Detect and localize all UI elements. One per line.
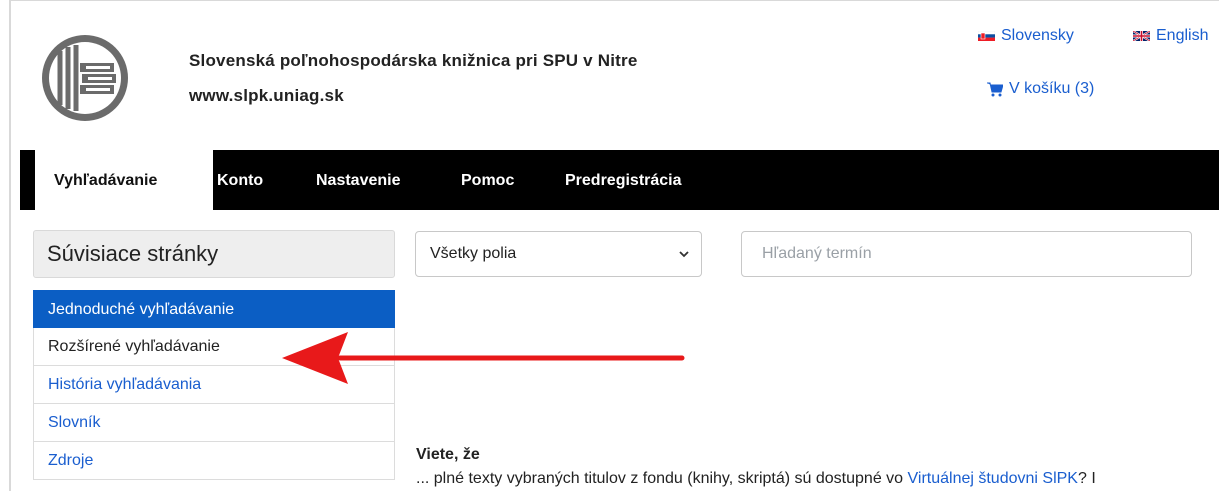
sidebar-item-resources[interactable]: Zdroje — [33, 442, 395, 480]
language-label-slovak: Slovensky — [1001, 27, 1074, 44]
did-you-know-text-after: ? I — [1077, 470, 1096, 487]
language-link-slovak[interactable]: Slovensky — [978, 27, 1074, 45]
search-input[interactable]: Hľadaný termín — [741, 231, 1192, 277]
library-url: www.slpk.uniag.sk — [189, 86, 344, 105]
main-navbar: Vyhľadávanie Konto Nastavenie Pomoc Pred… — [20, 150, 1219, 210]
uk-flag-icon — [1133, 31, 1150, 41]
virtual-study-room-link[interactable]: Virtuálnej študovni SlPK — [908, 470, 1078, 487]
red-arrow-annotation — [282, 332, 685, 384]
library-name: Slovenská poľnohospodárska knižnica pri … — [189, 51, 638, 70]
slovak-flag-icon — [978, 31, 995, 41]
tab-search[interactable]: Vyhľadávanie — [35, 150, 213, 210]
language-label-english: English — [1156, 27, 1209, 44]
did-you-know-text-before: ... plné texty vybraných titulov z fondu… — [416, 470, 908, 487]
did-you-know-title: Viete, že — [416, 446, 480, 463]
search-input-placeholder: Hľadaný termín — [762, 245, 872, 262]
window-top-border — [9, 0, 1219, 1]
tab-account[interactable]: Konto — [217, 150, 263, 210]
did-you-know-text: ... plné texty vybraných titulov z fondu… — [416, 470, 1219, 488]
cart-label: V košíku (3) — [1009, 80, 1095, 97]
sidebar-item-dictionary[interactable]: Slovník — [33, 404, 395, 442]
cart-link[interactable]: V košíku (3) — [987, 80, 1094, 98]
tab-help[interactable]: Pomoc — [461, 150, 514, 210]
tab-settings[interactable]: Nastavenie — [316, 150, 401, 210]
sidebar-item-simple-search[interactable]: Jednoduché vyhľadávanie — [33, 290, 395, 328]
chevron-down-icon — [679, 251, 689, 258]
slpk-logo-icon[interactable] — [40, 33, 130, 123]
cart-icon — [987, 82, 1003, 96]
window-left-border — [9, 0, 11, 491]
search-field-selected-value: Všetky polia — [430, 245, 517, 262]
sidebar-title: Súvisiace stránky — [33, 230, 395, 278]
search-field-select[interactable]: Všetky polia — [415, 231, 702, 277]
language-link-english[interactable]: English — [1133, 27, 1208, 45]
tab-preregistration[interactable]: Predregistrácia — [565, 150, 682, 210]
